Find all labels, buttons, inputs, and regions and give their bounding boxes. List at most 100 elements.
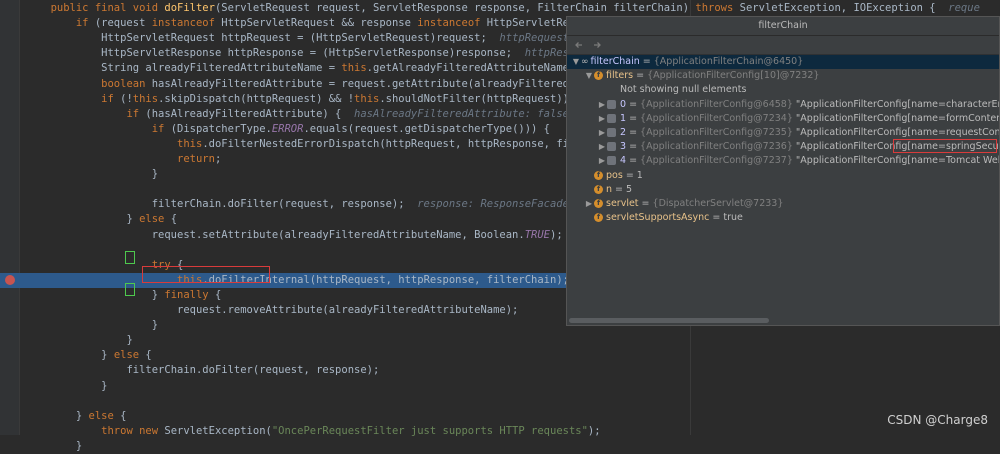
code-token: { bbox=[120, 410, 127, 422]
tree-row[interactable]: ▶ f servlet = {DispatcherServlet@7233} bbox=[567, 197, 999, 211]
tree-row[interactable]: ▶ 4 = {ApplicationFilterConfig@7237} "App… bbox=[567, 154, 999, 168]
field-icon: f bbox=[594, 184, 603, 194]
chevron-right-icon[interactable]: ▶ bbox=[597, 140, 607, 154]
code-token: { bbox=[170, 213, 178, 225]
breakpoint-icon[interactable] bbox=[5, 275, 15, 285]
field-icon: f bbox=[594, 71, 603, 81]
horizontal-scrollbar[interactable] bbox=[569, 318, 769, 323]
code-token: ; bbox=[214, 153, 222, 165]
chevron-right-icon[interactable]: ▶ bbox=[597, 98, 607, 112]
tree-eq: = bbox=[626, 98, 641, 110]
array-element-icon bbox=[607, 113, 616, 123]
code-token: { bbox=[214, 289, 222, 301]
tree-type: {ApplicationFilterConfig@7237} bbox=[640, 155, 793, 167]
object-icon: ∞ bbox=[581, 57, 589, 67]
tree-row[interactable]: fn = 5 bbox=[567, 183, 999, 197]
tree-row[interactable]: Not showing null elements bbox=[567, 83, 999, 97]
code-token: .shouldNotFilter(httpRequest)) { bbox=[379, 93, 582, 105]
code-token: { bbox=[145, 349, 152, 361]
tree-eq: = bbox=[626, 127, 641, 138]
tree-eq: = bbox=[709, 212, 724, 224]
code-token: ServletException( bbox=[164, 425, 272, 437]
code-token: (ServletRequest request, ServletResponse… bbox=[214, 2, 696, 14]
tree-eq: = bbox=[633, 70, 648, 82]
chevron-right-icon[interactable]: ▶ bbox=[597, 112, 607, 126]
field-icon: f bbox=[594, 213, 603, 223]
chevron-down-icon[interactable]: ▼ bbox=[571, 55, 581, 69]
code-token: hasAlreadyFilteredAttribute: false bbox=[354, 108, 569, 120]
code-token: (! bbox=[120, 93, 133, 105]
tree-row[interactable]: ▶ 2 = {ApplicationFilterConfig@7235} "App… bbox=[567, 126, 999, 140]
code-token: filterChain.doFilter(request, response); bbox=[151, 198, 418, 210]
code-line[interactable]: } else { bbox=[0, 409, 1000, 424]
code-token: ServletException, IOException { bbox=[739, 2, 949, 14]
code-token: } bbox=[151, 319, 159, 331]
code-token: else bbox=[113, 349, 146, 361]
tree-row[interactable]: f servletSupportsAsync = true bbox=[567, 211, 999, 225]
tree-row[interactable]: ▶ 0 = {ApplicationFilterConfig@6458} "App… bbox=[567, 98, 999, 112]
code-token: throw new bbox=[101, 425, 165, 437]
code-line[interactable]: filterChain.doFilter(request, response); bbox=[0, 363, 1000, 378]
tree-eq: = bbox=[612, 183, 627, 195]
tree-value: "ApplicationFilterConfig[name=characterE… bbox=[795, 98, 999, 110]
tree-row[interactable]: ▼ f filters = {ApplicationFilterConfig[10]… bbox=[567, 69, 999, 83]
tree-value: 1 bbox=[636, 169, 643, 181]
chevron-right-icon[interactable]: ▶ bbox=[597, 154, 607, 168]
code-token: this bbox=[177, 138, 203, 150]
tree-eq: = bbox=[626, 112, 641, 124]
array-element-icon bbox=[607, 128, 616, 137]
code-token: else bbox=[88, 410, 121, 422]
code-token: this bbox=[132, 93, 159, 105]
code-line[interactable]: } bbox=[0, 333, 1000, 348]
code-token: ); bbox=[587, 425, 601, 437]
back-icon[interactable] bbox=[573, 39, 585, 51]
highlight-box-springSecurityFilterChain bbox=[893, 139, 997, 153]
code-line[interactable]: public final void doFilter(ServletReques… bbox=[0, 1, 1000, 16]
code-token: reque bbox=[948, 2, 980, 14]
variable-inspector-popup[interactable]: filterChain ▼ ∞ filterChain = {Application… bbox=[566, 16, 1000, 326]
watermark: CSDN @Charge8 bbox=[887, 413, 988, 427]
code-line[interactable]: throw new ServletException("OncePerReque… bbox=[0, 424, 1000, 439]
code-token: String alreadyFilteredAttributeName = bbox=[101, 62, 342, 74]
chevron-right-icon[interactable]: ▶ bbox=[597, 126, 607, 140]
tree-value: "ApplicationFilterConfig[name=requestCon… bbox=[795, 127, 999, 138]
code-line[interactable]: } bbox=[0, 439, 1000, 454]
code-token: } bbox=[75, 410, 89, 422]
code-line[interactable] bbox=[0, 394, 1000, 409]
field-icon: f bbox=[594, 199, 603, 208]
code-line[interactable]: } bbox=[0, 379, 1000, 394]
tree-type: {ApplicationFilterConfig@7236} bbox=[640, 141, 793, 153]
code-token: HttpServletResponse httpResponse = (Http… bbox=[101, 47, 525, 59]
code-token: instanceof bbox=[151, 17, 222, 29]
code-token: (request bbox=[94, 17, 152, 29]
tree-value: "ApplicationFilterConfig[name=Tomcat Web… bbox=[795, 155, 999, 167]
tree-name: pos bbox=[606, 169, 623, 181]
code-token: } bbox=[151, 289, 165, 301]
tree-name: filterChain bbox=[590, 56, 640, 67]
tree-row[interactable]: ▶ 1 = {ApplicationFilterConfig@7234} "App… bbox=[567, 112, 999, 126]
tree-row[interactable]: f pos = 1 bbox=[567, 169, 999, 183]
code-token: instanceof bbox=[417, 17, 487, 29]
tree-row[interactable]: ▼ ∞ filterChain = {ApplicationFilterChain@… bbox=[567, 55, 999, 69]
chevron-down-icon[interactable]: ▼ bbox=[584, 69, 594, 83]
code-token: filterChain.doFilter(request, response); bbox=[126, 364, 380, 376]
code-token: ERROR bbox=[271, 123, 304, 135]
code-token: this bbox=[341, 62, 367, 74]
code-token: return bbox=[177, 153, 215, 165]
chevron-right-icon[interactable]: ▶ bbox=[584, 197, 594, 211]
forward-icon[interactable] bbox=[591, 39, 603, 51]
code-line[interactable]: } else { bbox=[0, 348, 1000, 363]
